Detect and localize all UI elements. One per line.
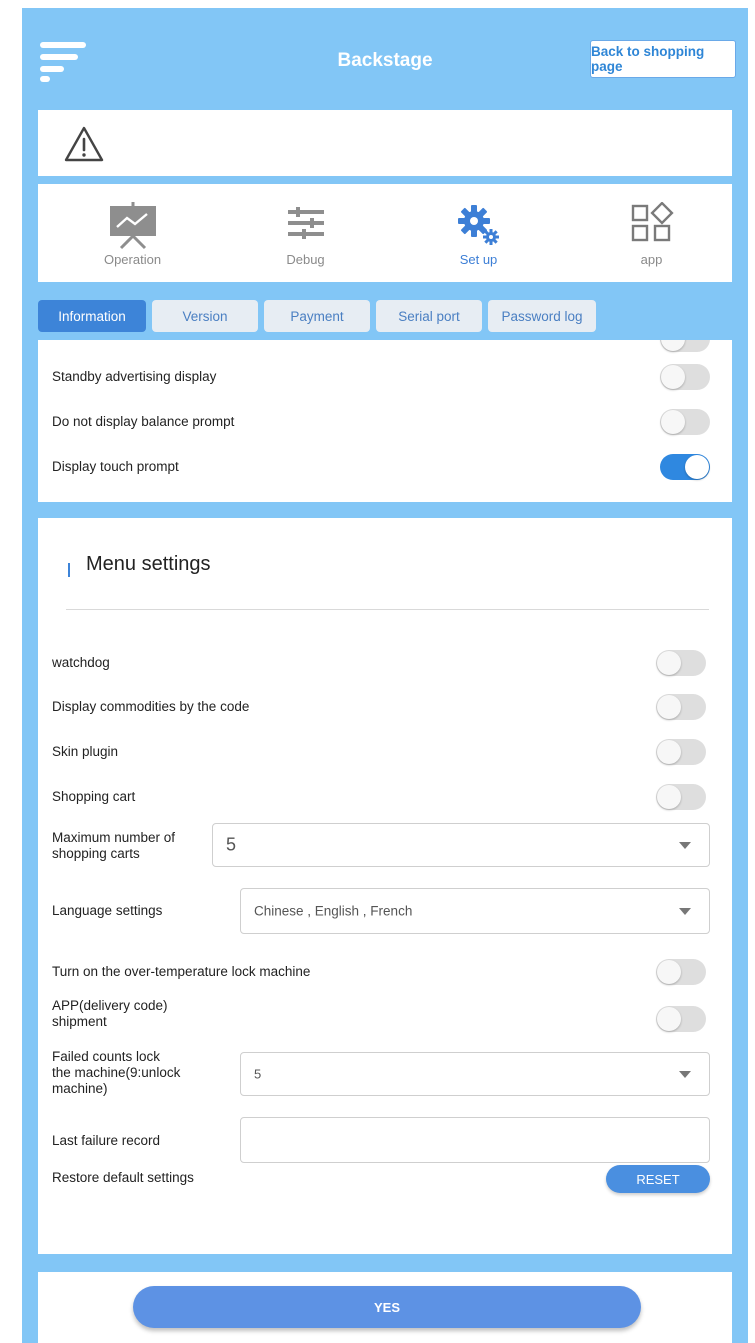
language-label: Language settings <box>52 903 163 918</box>
main-nav: Operation Debug Set up app <box>38 184 732 282</box>
nav-set-up[interactable]: Set up <box>392 184 565 282</box>
label-line: shopping carts <box>52 846 140 861</box>
warning-banner <box>38 110 732 176</box>
chevron-down-icon <box>679 1071 691 1078</box>
tab-information[interactable]: Information <box>38 300 146 332</box>
skin-plugin-toggle[interactable] <box>656 739 706 765</box>
yes-button[interactable]: YES <box>133 1286 641 1328</box>
chevron-down-icon <box>679 908 691 915</box>
tab-serial-port[interactable]: Serial port <box>376 300 482 332</box>
warning-icon[interactable] <box>62 124 106 164</box>
setting-label: Do not display balance prompt <box>52 414 235 429</box>
restore-defaults-label: Restore default settings <box>52 1170 194 1185</box>
nav-operation[interactable]: Operation <box>46 184 219 282</box>
last-failure-label: Last failure record <box>52 1133 161 1148</box>
setting-row: Display touch prompt <box>38 452 732 482</box>
label-line: Failed counts lock <box>52 1049 161 1064</box>
reset-button[interactable]: RESET <box>606 1165 710 1193</box>
toggle-switch[interactable] <box>660 340 710 352</box>
gears-icon <box>457 205 499 245</box>
touch-prompt-toggle[interactable] <box>660 454 710 480</box>
setting-label: Display touch prompt <box>52 459 179 474</box>
last-failure-field[interactable] <box>240 1117 710 1163</box>
app-frame: Backstage Back to shopping page Operatio… <box>22 8 748 1343</box>
setting-label: Standby advertising display <box>52 369 217 384</box>
label-line: APP(delivery code) <box>52 998 168 1013</box>
setting-label: Shopping cart <box>52 789 136 804</box>
setting-label: watchdog <box>52 655 110 670</box>
setting-row: Do not display balance prompt <box>38 407 732 437</box>
menu-settings-panel: Menu settings watchdog Display commoditi… <box>38 518 732 1254</box>
setting-row: Skin plugin <box>38 737 732 767</box>
setting-label: Skin plugin <box>52 744 119 759</box>
setting-row: Shopping cart <box>38 782 732 812</box>
setting-label: Turn on the over-temperature lock machin… <box>52 964 311 979</box>
footer-bar: YES <box>38 1272 732 1343</box>
nav-label: Debug <box>286 252 325 267</box>
setting-row: watchdog <box>38 648 732 678</box>
language-select[interactable]: Chinese , English , French <box>240 888 710 934</box>
back-to-shopping-button[interactable]: Back to shopping page <box>590 40 736 78</box>
presentation-chart-icon <box>109 202 156 250</box>
tab-payment[interactable]: Payment <box>264 300 370 332</box>
tab-version[interactable]: Version <box>152 300 258 332</box>
setting-row: Display commodities by the code <box>38 692 732 722</box>
app-grid-icon <box>631 202 674 242</box>
nav-debug[interactable]: Debug <box>219 184 392 282</box>
app-shipment-toggle[interactable] <box>656 1006 706 1032</box>
max-carts-label: Maximum number of shopping carts <box>52 830 175 862</box>
failed-counts-select[interactable]: 5 <box>240 1052 710 1096</box>
standby-ad-toggle[interactable] <box>660 364 710 390</box>
divider <box>66 609 709 610</box>
setting-row: Standby advertising display <box>38 362 732 392</box>
select-value: 5 <box>254 1066 262 1082</box>
max-carts-select[interactable]: 5 <box>212 823 710 867</box>
select-value: 5 <box>226 834 237 855</box>
nav-label: Operation <box>103 252 162 267</box>
chevron-down-icon <box>679 842 691 849</box>
nav-label: Set up <box>459 252 498 267</box>
setting-label: Display commodities by the code <box>52 699 250 714</box>
app-shipment-label: APP(delivery code) shipment <box>52 998 168 1030</box>
section-marker <box>68 563 70 577</box>
select-value: Chinese , English , French <box>254 903 413 919</box>
nav-label: app <box>640 252 663 267</box>
tab-password-log[interactable]: Password log <box>488 300 596 332</box>
information-settings-panel: Standby advertising display Do not displ… <box>38 340 732 502</box>
balance-prompt-toggle[interactable] <box>660 409 710 435</box>
label-line: shipment <box>52 1014 107 1029</box>
header-bar: Backstage Back to shopping page <box>22 8 748 108</box>
nav-app[interactable]: app <box>565 184 738 282</box>
section-title: Menu settings <box>86 553 211 575</box>
shopping-cart-toggle[interactable] <box>656 784 706 810</box>
display-by-code-toggle[interactable] <box>656 694 706 720</box>
watchdog-toggle[interactable] <box>656 650 706 676</box>
label-line: Maximum number of <box>52 830 176 845</box>
label-line: machine) <box>52 1081 108 1096</box>
label-line: the machine(9:unlock <box>52 1065 181 1080</box>
setting-row: Turn on the over-temperature lock machin… <box>38 957 732 987</box>
sliders-icon <box>287 207 324 239</box>
overtemp-lock-toggle[interactable] <box>656 959 706 985</box>
failed-counts-label: Failed counts lock the machine(9:unlock … <box>52 1049 180 1097</box>
